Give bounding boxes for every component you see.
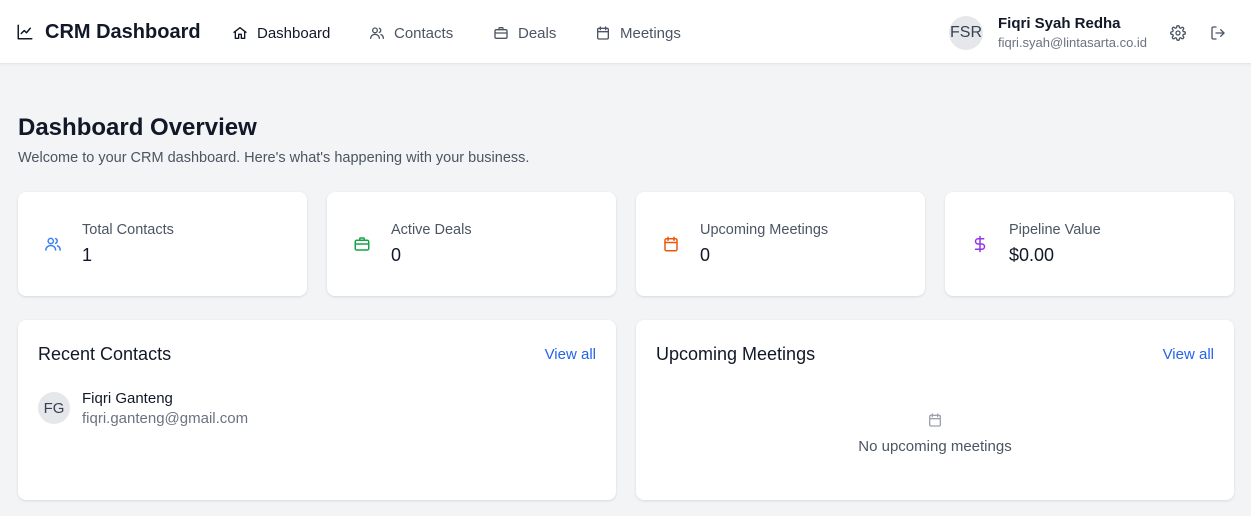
users-icon xyxy=(370,27,384,39)
stat-value: 0 xyxy=(700,245,711,265)
top-navbar: CRM Dashboard Dashboard Contacts Deals M… xyxy=(0,0,1251,64)
user-email: fiqri.syah@lintasarta.co.id xyxy=(998,35,1148,50)
stat-value: 1 xyxy=(82,245,93,265)
nav-contacts-label: Contacts xyxy=(394,24,454,42)
stat-value: $0.00 xyxy=(1009,245,1055,265)
home-icon xyxy=(233,27,247,39)
trending-chart-icon xyxy=(17,24,33,40)
briefcase-icon xyxy=(494,27,508,39)
upcoming-meetings-title: Upcoming Meetings xyxy=(656,344,816,364)
nav-deals[interactable]: Deals xyxy=(493,20,556,46)
app-title: CRM Dashboard xyxy=(45,21,201,43)
logout-icon xyxy=(1211,26,1225,40)
nav-dashboard[interactable]: Dashboard xyxy=(232,20,330,46)
logout-button[interactable] xyxy=(1209,24,1227,42)
recent-contacts-view-all-link[interactable]: View all xyxy=(545,346,596,363)
stat-label: Pipeline Value xyxy=(1009,222,1101,238)
nav-contacts[interactable]: Contacts xyxy=(369,20,453,46)
list-item[interactable]: FG Fiqri Ganteng fiqri.ganteng@gmail.com xyxy=(38,390,598,428)
contact-name: Fiqri Ganteng xyxy=(82,390,173,407)
stat-label: Active Deals xyxy=(391,222,472,238)
recent-contacts-title: Recent Contacts xyxy=(38,344,172,364)
nav-meetings-label: Meetings xyxy=(620,24,681,42)
page-title: Dashboard Overview xyxy=(18,114,257,141)
empty-state-text: No upcoming meetings xyxy=(858,438,1012,455)
stat-label: Total Contacts xyxy=(82,222,174,238)
contact-email: fiqri.ganteng@gmail.com xyxy=(82,410,249,427)
stat-card-upcoming-meetings: Upcoming Meetings 0 xyxy=(636,192,925,296)
page-subtitle: Welcome to your CRM dashboard. Here's wh… xyxy=(18,150,530,166)
calendar-icon xyxy=(929,413,941,427)
stat-label: Upcoming Meetings xyxy=(700,222,829,238)
gear-icon xyxy=(1170,25,1186,41)
user-name: Fiqri Syah Redha xyxy=(998,15,1121,32)
stat-card-active-deals: Active Deals 0 xyxy=(327,192,616,296)
users-icon xyxy=(45,237,61,251)
nav-dashboard-label: Dashboard xyxy=(257,24,331,42)
calendar-icon xyxy=(597,26,609,40)
stat-card-total-contacts: Total Contacts 1 xyxy=(18,192,307,296)
dollar-icon xyxy=(974,235,986,253)
recent-contacts-panel: Recent Contacts View all FG Fiqri Ganten… xyxy=(18,320,616,500)
stat-value: 0 xyxy=(391,245,402,265)
upcoming-meetings-view-all-link[interactable]: View all xyxy=(1163,346,1214,363)
stat-card-pipeline-value: Pipeline Value $0.00 xyxy=(945,192,1234,296)
settings-button[interactable] xyxy=(1169,24,1187,42)
user-avatar[interactable]: FSR xyxy=(949,16,983,50)
upcoming-meetings-panel: Upcoming Meetings View all No upcoming m… xyxy=(636,320,1234,500)
calendar-icon xyxy=(664,236,678,252)
nav-meetings[interactable]: Meetings xyxy=(595,20,681,46)
nav-deals-label: Deals xyxy=(518,24,557,42)
avatar: FG xyxy=(38,392,70,424)
briefcase-icon xyxy=(354,237,370,251)
brand[interactable]: CRM Dashboard xyxy=(16,18,201,46)
